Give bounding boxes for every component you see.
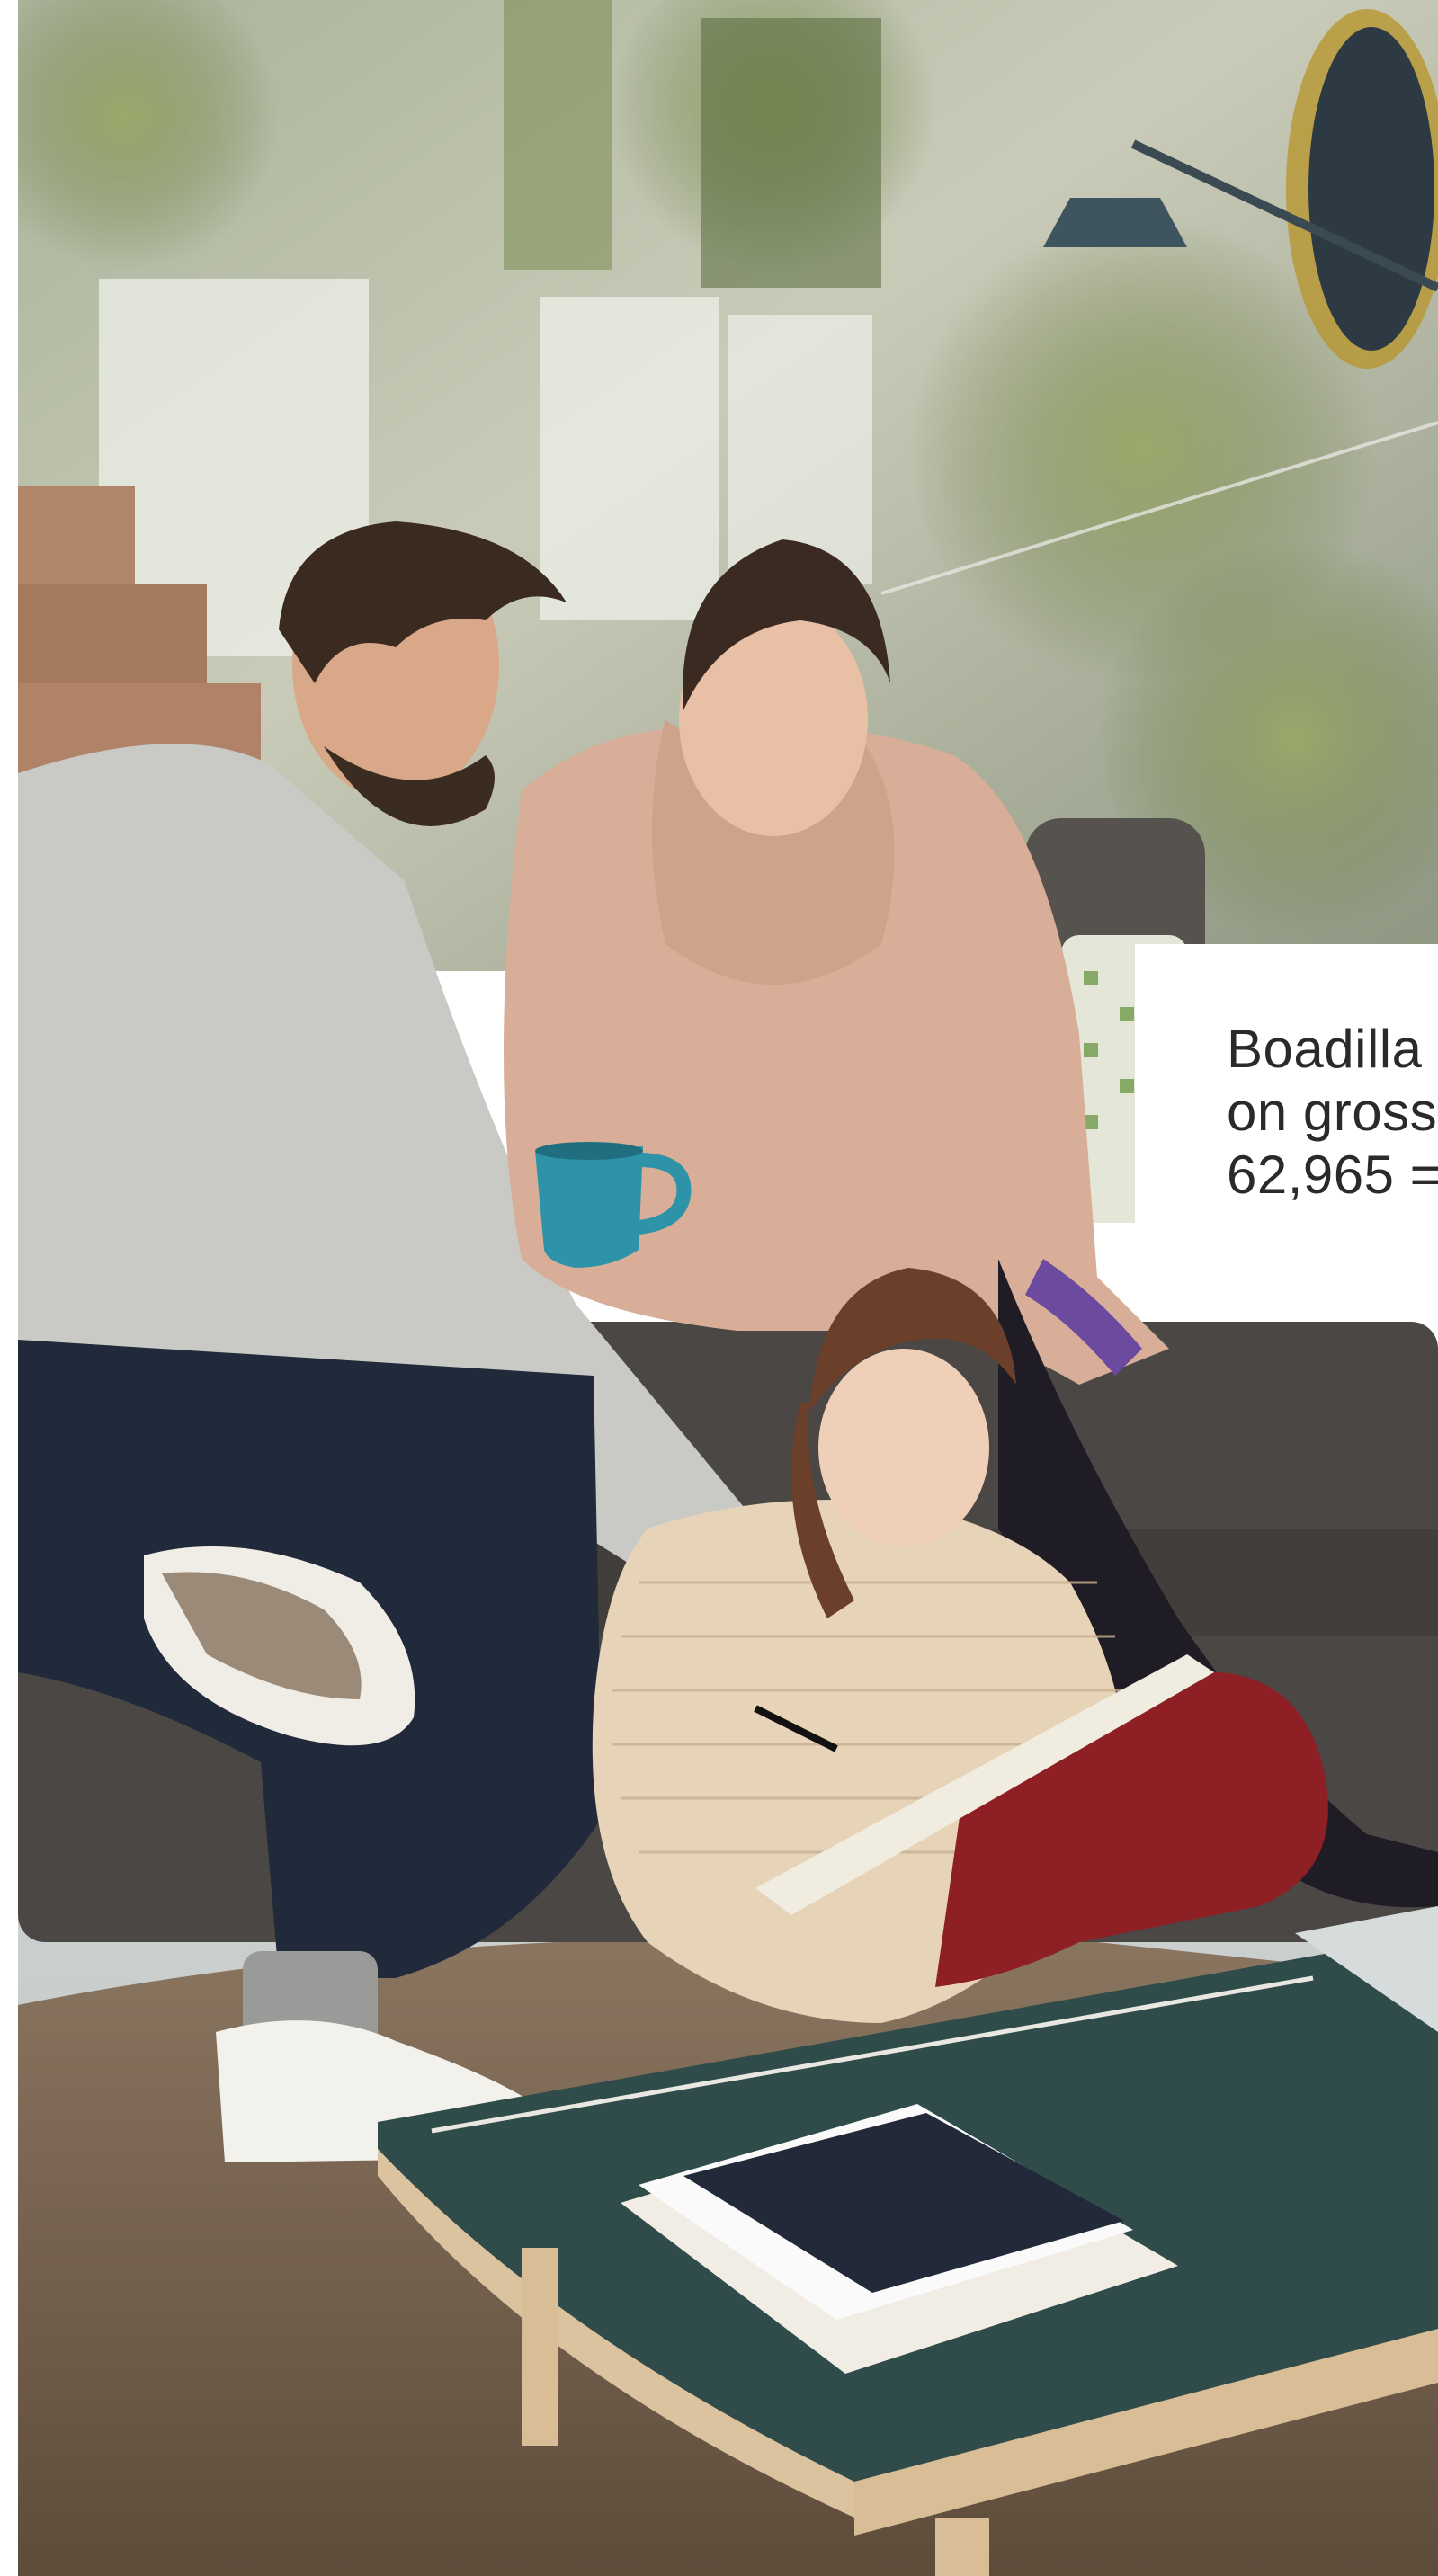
info-line-location: Boadilla bbox=[1227, 1019, 1423, 1079]
info-card: Boadilla on gross 62,965 = bbox=[1135, 944, 1438, 1306]
info-line-income-label: on gross bbox=[1227, 1082, 1438, 1142]
page: Boadilla on gross 62,965 = bbox=[0, 0, 1438, 2576]
info-line-income-value: 62,965 = bbox=[1227, 1145, 1438, 1205]
